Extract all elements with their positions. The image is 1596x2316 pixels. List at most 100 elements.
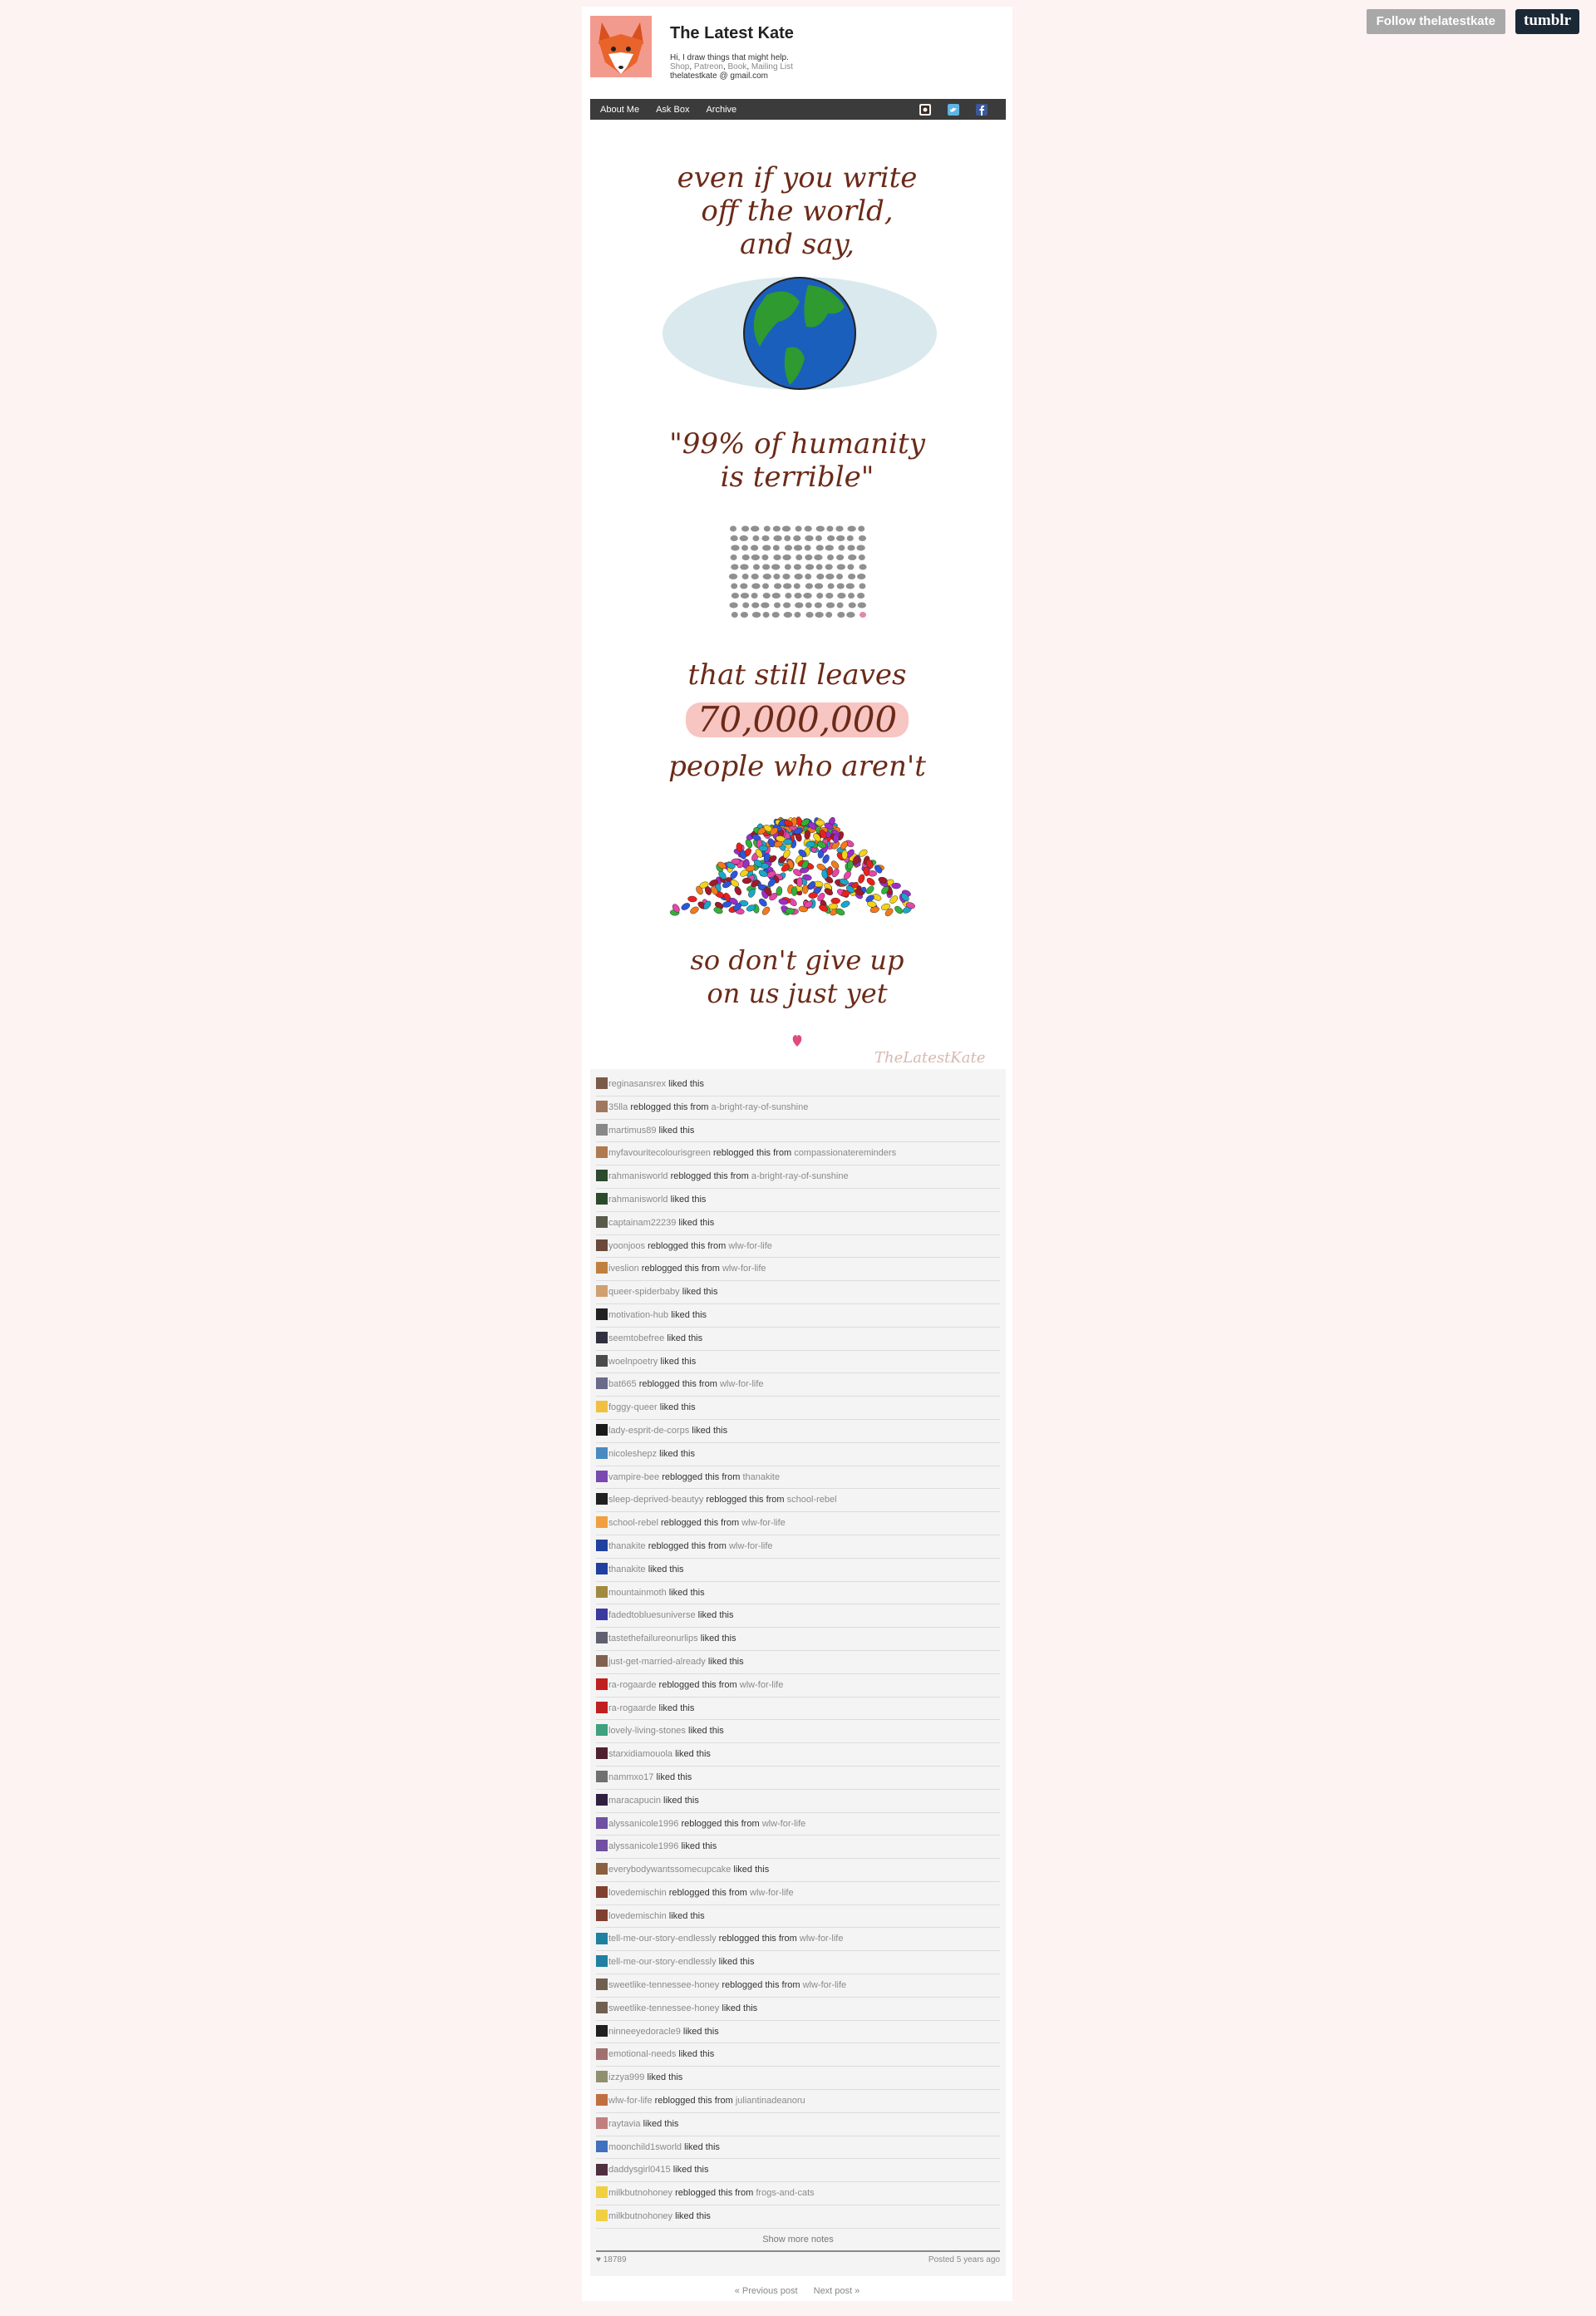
note-user-link[interactable]: maracapucin: [608, 1796, 661, 1806]
note-avatar[interactable]: [596, 2186, 608, 2199]
shop-link[interactable]: Shop: [670, 62, 689, 71]
note-user-link[interactable]: rahmanisworld: [608, 1195, 668, 1205]
note-avatar[interactable]: [596, 1077, 608, 1090]
note-user-link[interactable]: alyssanicole1996: [608, 1819, 678, 1829]
note-user-link[interactable]: tastethefailureonurlips: [608, 1634, 698, 1643]
note-user-link[interactable]: 35lla: [608, 1102, 628, 1112]
twitter-icon[interactable]: [948, 103, 959, 116]
note-user-link[interactable]: milkbutnohoney: [608, 2188, 672, 2198]
note-user-link[interactable]: nicoleshepz: [608, 1449, 657, 1459]
note-user-link[interactable]: seemtobefree: [608, 1333, 664, 1343]
note-user-link[interactable]: fadedtobluesuniverse: [608, 1610, 696, 1620]
note-avatar[interactable]: [596, 1793, 608, 1806]
note-source-link[interactable]: wlw-for-life: [750, 1888, 794, 1898]
previous-post-link[interactable]: « Previous post: [735, 2286, 798, 2296]
note-source-link[interactable]: wlw-for-life: [803, 1980, 847, 1990]
note-source-link[interactable]: wlw-for-life: [728, 1241, 772, 1251]
note-avatar[interactable]: [596, 1840, 608, 1852]
note-avatar[interactable]: [596, 2116, 608, 2129]
note-avatar[interactable]: [596, 1540, 608, 1552]
note-avatar[interactable]: [596, 1401, 608, 1413]
note-source-link[interactable]: juliantinadeanoru: [736, 2096, 805, 2106]
note-user-link[interactable]: woelnpoetry: [608, 1357, 658, 1367]
note-avatar[interactable]: [596, 1747, 608, 1760]
note-avatar[interactable]: [596, 1308, 608, 1321]
note-avatar[interactable]: [596, 1885, 608, 1898]
note-avatar[interactable]: [596, 2071, 608, 2083]
note-avatar[interactable]: [596, 1655, 608, 1668]
note-source-link[interactable]: frogs-and-cats: [756, 2188, 814, 2198]
note-user-link[interactable]: starxidiamouola: [608, 1749, 672, 1759]
notes-count[interactable]: ♥ 18789: [596, 2255, 627, 2264]
note-user-link[interactable]: martimus89: [608, 1126, 656, 1136]
note-user-link[interactable]: izzya999: [608, 2072, 644, 2082]
note-user-link[interactable]: iveslion: [608, 1264, 639, 1274]
note-user-link[interactable]: alyssanicole1996: [608, 1841, 678, 1851]
note-user-link[interactable]: vampire-bee: [608, 1472, 659, 1482]
fox-avatar[interactable]: [590, 16, 652, 77]
note-user-link[interactable]: queer-spiderbaby: [608, 1287, 680, 1297]
note-avatar[interactable]: [596, 2094, 608, 2107]
note-user-link[interactable]: sweetlike-tennessee-honey: [608, 2003, 719, 2013]
note-user-link[interactable]: captainam22239: [608, 1218, 676, 1228]
note-avatar[interactable]: [596, 2140, 608, 2152]
patreon-link[interactable]: Patreon: [694, 62, 723, 71]
note-source-link[interactable]: wlw-for-life: [722, 1264, 766, 1274]
note-user-link[interactable]: wlw-for-life: [608, 2096, 653, 2106]
note-user-link[interactable]: sleep-deprived-beautyy: [608, 1495, 703, 1505]
note-source-link[interactable]: wlw-for-life: [729, 1541, 773, 1551]
nav-archive[interactable]: Archive: [696, 105, 736, 115]
note-avatar[interactable]: [596, 1424, 608, 1436]
follow-button[interactable]: Follow thelatestkate: [1366, 9, 1505, 34]
note-user-link[interactable]: reginasansrex: [608, 1079, 666, 1089]
note-user-link[interactable]: school-rebel: [608, 1518, 658, 1528]
note-avatar[interactable]: [596, 1978, 608, 1991]
note-avatar[interactable]: [596, 1170, 608, 1182]
note-avatar[interactable]: [596, 1609, 608, 1621]
note-user-link[interactable]: thanakite: [608, 1541, 646, 1551]
note-source-link[interactable]: wlw-for-life: [720, 1379, 764, 1389]
note-avatar[interactable]: [596, 1516, 608, 1529]
note-user-link[interactable]: everybodywantssomecupcake: [608, 1865, 731, 1875]
note-user-link[interactable]: lovedemischin: [608, 1888, 667, 1898]
note-user-link[interactable]: rahmanisworld: [608, 1171, 668, 1181]
posted-date[interactable]: Posted 5 years ago: [929, 2255, 1000, 2264]
note-user-link[interactable]: ra-rogaarde: [608, 1680, 656, 1690]
book-link[interactable]: Book: [728, 62, 747, 71]
blog-title[interactable]: The Latest Kate: [670, 24, 794, 43]
note-avatar[interactable]: [596, 1123, 608, 1136]
note-avatar[interactable]: [596, 1863, 608, 1875]
note-avatar[interactable]: [596, 1678, 608, 1690]
note-user-link[interactable]: ninneeyedoracle9: [608, 2027, 681, 2037]
note-user-link[interactable]: thanakite: [608, 1565, 646, 1574]
note-avatar[interactable]: [596, 1100, 608, 1112]
note-source-link[interactable]: wlw-for-life: [740, 1680, 784, 1690]
note-avatar[interactable]: [596, 1262, 608, 1274]
note-user-link[interactable]: bat665: [608, 1379, 637, 1389]
note-user-link[interactable]: nammxo17: [608, 1772, 653, 1782]
note-user-link[interactable]: sweetlike-tennessee-honey: [608, 1980, 719, 1990]
note-avatar[interactable]: [596, 1239, 608, 1251]
note-avatar[interactable]: [596, 1932, 608, 1944]
note-avatar[interactable]: [596, 2001, 608, 2013]
note-source-link[interactable]: school-rebel: [787, 1495, 837, 1505]
show-more-notes-button[interactable]: Show more notes: [596, 2229, 1000, 2252]
note-avatar[interactable]: [596, 1354, 608, 1367]
note-user-link[interactable]: lady-esprit-de-corps: [608, 1426, 689, 1436]
note-user-link[interactable]: mountainmoth: [608, 1588, 667, 1598]
nav-about-me[interactable]: About Me: [590, 105, 639, 115]
note-avatar[interactable]: [596, 1562, 608, 1574]
note-user-link[interactable]: raytavia: [608, 2119, 641, 2129]
instagram-icon[interactable]: [919, 103, 931, 116]
note-source-link[interactable]: thanakite: [742, 1472, 780, 1482]
next-post-link[interactable]: Next post »: [814, 2286, 860, 2296]
note-user-link[interactable]: just-get-married-already: [608, 1657, 706, 1667]
note-avatar[interactable]: [596, 1193, 608, 1205]
note-user-link[interactable]: moonchild1sworld: [608, 2142, 682, 2152]
note-avatar[interactable]: [596, 1493, 608, 1505]
note-source-link[interactable]: compassionatereminders: [794, 1148, 896, 1158]
note-avatar[interactable]: [596, 2024, 608, 2037]
note-avatar[interactable]: [596, 1146, 608, 1159]
facebook-icon[interactable]: [976, 103, 988, 116]
note-avatar[interactable]: [596, 1816, 608, 1829]
